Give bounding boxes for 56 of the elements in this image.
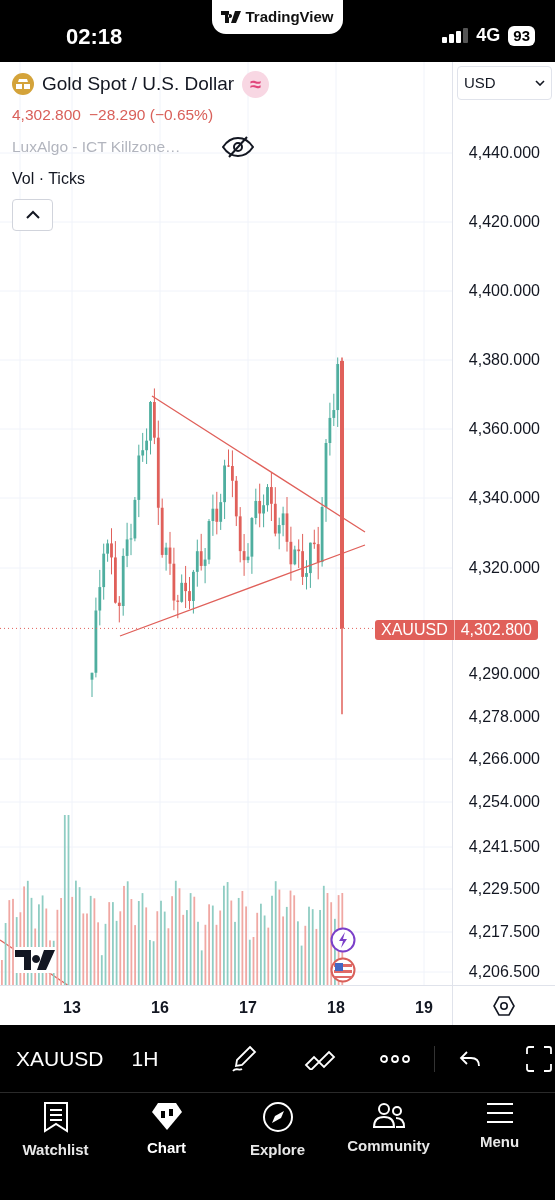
eye-off-icon[interactable] [220,134,255,159]
price-axis-label: 4,266.000 [468,749,540,769]
undo-icon[interactable] [459,1049,482,1068]
watermark-logo-icon [14,947,56,973]
bookmark-list-icon [41,1101,70,1133]
volume-label: Vol · Ticks [12,168,86,189]
currency-dropdown[interactable]: USD [457,66,552,100]
people-icon [371,1101,406,1129]
nav-tab[interactable]: Menu [444,1101,555,1200]
signal-icon [442,27,469,44]
lightning-icon[interactable] [330,927,356,953]
time-axis-label: 16 [151,998,169,1018]
price-axis-label: 4,206.500 [468,962,540,982]
price-axis-label: 4,360.000 [468,419,540,439]
nav-tab[interactable]: Community [333,1101,444,1200]
candles-icon [150,1101,183,1131]
time-axis-label: 19 [415,998,433,1018]
network-type: 4G [476,24,501,47]
price-axis-label: 4,320.000 [468,558,540,578]
price-axis-label: 4,290.000 [468,664,540,684]
last-price: 4,302.800 [12,104,81,125]
price-axis-label: 4,229.500 [468,879,540,899]
chevron-down-icon [535,80,545,86]
logo-icon [221,11,242,23]
price-axis-label: 4,400.000 [468,281,540,301]
settings-icon[interactable] [493,994,515,1017]
fullscreen-icon[interactable] [525,1044,554,1073]
symbol-title: Gold Spot / U.S. Dollar [42,72,235,96]
flag-icon[interactable] [330,957,356,983]
more-icon[interactable] [380,1053,411,1064]
battery-level: 93 [508,25,535,46]
time-axis-label: 18 [327,998,345,1018]
interval-button[interactable]: 1H [131,1042,159,1075]
app-banner[interactable]: TradingView [212,0,343,34]
price-axis-label: 4,217.500 [468,922,540,942]
price-axis-label: 4,254.000 [468,792,540,812]
nav-tab[interactable]: Watchlist [0,1101,111,1200]
price-axis-label: 4,340.000 [468,488,540,508]
price-axis-label: 4,380.000 [468,350,540,370]
price-axis-label: 4,278.000 [468,707,540,727]
price-axis-label: 4,440.000 [468,143,540,163]
status-time: 02:18 [66,23,123,51]
bullion-icon [12,73,34,96]
chevron-up-icon [24,209,41,220]
symbol-button[interactable]: XAUUSD [16,1042,104,1075]
nav-tab[interactable]: Chart [111,1101,222,1200]
time-axis-label: 17 [239,998,257,1018]
menu-icon [484,1101,515,1125]
last-price-label: XAUUSD 4,302.800 [375,620,538,640]
price-axis-label: 4,241.500 [468,837,540,857]
price-change: −28.290 (−0.65%) [88,104,214,125]
price-axis-label: 4,420.000 [468,212,540,232]
collapse-button[interactable] [12,198,53,231]
nav-tab[interactable]: Explore [222,1101,333,1200]
compass-icon [261,1101,294,1133]
time-axis-label: 13 [63,998,81,1018]
